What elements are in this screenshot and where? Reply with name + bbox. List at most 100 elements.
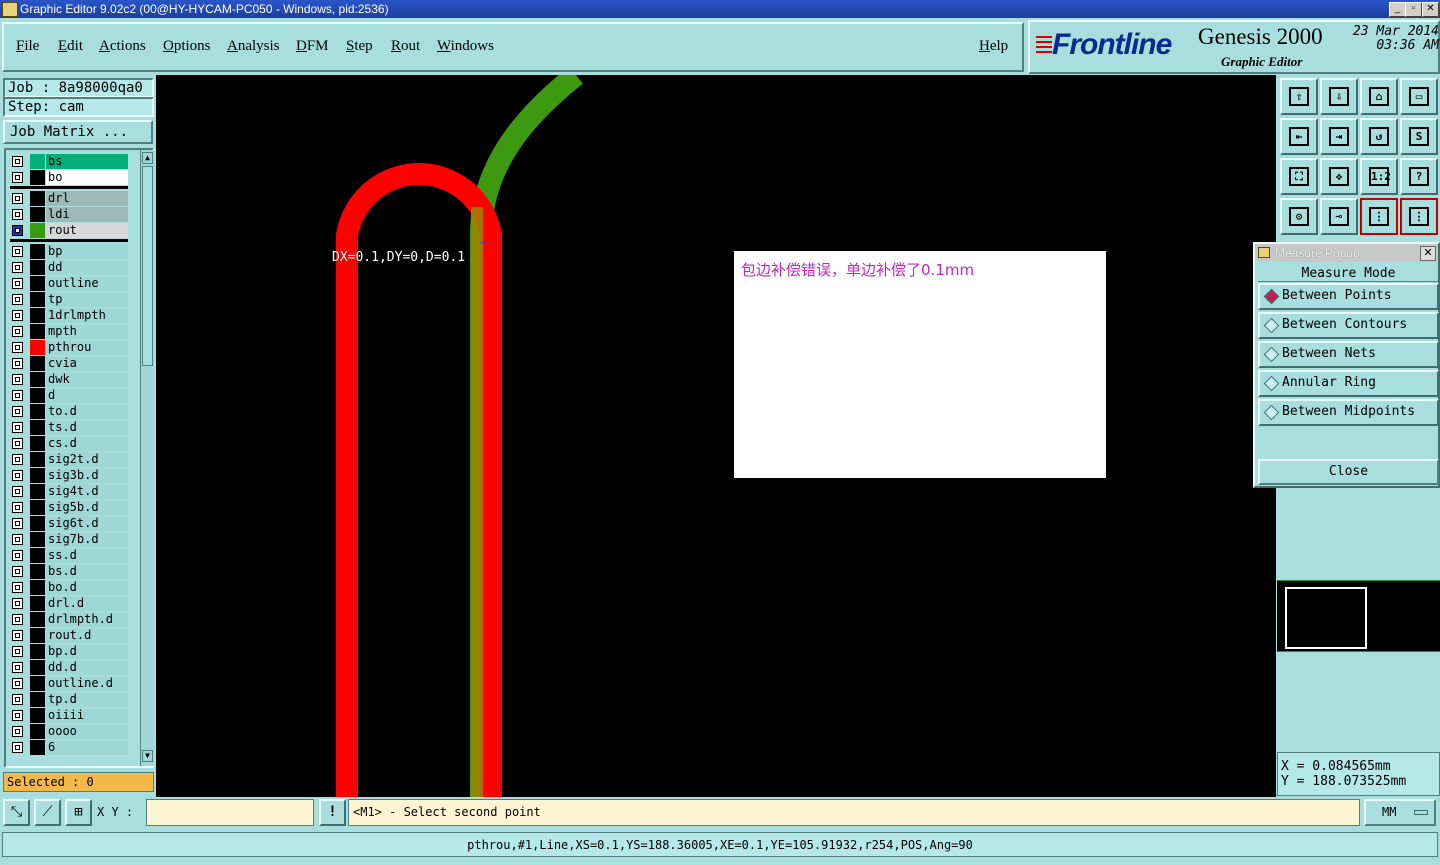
layer-row[interactable]: drlmpth.d <box>10 612 128 627</box>
layer-name[interactable]: bo <box>46 170 128 185</box>
menu-edit[interactable]: Edit <box>58 38 83 55</box>
save-button[interactable]: ⇩ <box>1320 78 1358 115</box>
layer-name[interactable]: bp <box>46 244 128 259</box>
layer-checkbox[interactable] <box>12 326 23 337</box>
layer-row[interactable]: drl.d <box>10 596 128 611</box>
undo-button[interactable]: ↺ <box>1360 118 1398 155</box>
scroll-thumb[interactable] <box>142 166 153 366</box>
layer-color-swatch[interactable] <box>30 223 45 238</box>
layer-name[interactable]: sig4t.d <box>46 484 128 499</box>
menu-analysis[interactable]: Analysis <box>227 38 280 55</box>
menu-file[interactable]: File <box>16 38 39 55</box>
settings-button[interactable]: ⚙ <box>1280 198 1318 235</box>
xy-input[interactable] <box>146 799 314 826</box>
layer-name[interactable]: sig6t.d <box>46 516 128 531</box>
menu-windows[interactable]: Windows <box>437 38 494 55</box>
layer-name[interactable]: 6 <box>46 740 128 755</box>
layer-row[interactable]: ldi <box>10 207 128 222</box>
layer-name[interactable]: bs.d <box>46 564 128 579</box>
layer-name[interactable]: oiiii <box>46 708 128 723</box>
overview-map[interactable] <box>1277 580 1440 652</box>
layer-checkbox[interactable] <box>12 193 23 204</box>
layer-row[interactable]: bo <box>10 170 128 185</box>
layer-checkbox[interactable] <box>12 262 23 273</box>
layer-name[interactable]: drl <box>46 191 128 206</box>
layer-name[interactable]: bs <box>46 154 128 169</box>
layer-row[interactable]: bs <box>10 154 128 169</box>
layer-checkbox[interactable] <box>12 550 23 561</box>
measure-tool-icon[interactable]: ⟋ <box>34 799 61 826</box>
layer-row[interactable]: dd.d <box>10 660 128 675</box>
layer-color-swatch[interactable] <box>30 436 45 451</box>
layer-checkbox[interactable] <box>12 209 23 220</box>
layer-checkbox[interactable] <box>12 566 23 577</box>
layer-name[interactable]: bo.d <box>46 580 128 595</box>
layer-row[interactable]: sig4t.d <box>10 484 128 499</box>
layer-name[interactable]: sig7b.d <box>46 532 128 547</box>
layer-checkbox[interactable] <box>12 470 23 481</box>
help-button[interactable]: ? <box>1400 158 1438 195</box>
scroll-up-icon[interactable]: ▲ <box>142 152 153 164</box>
layer-name[interactable]: ss.d <box>46 548 128 563</box>
layer-name[interactable]: tp.d <box>46 692 128 707</box>
layer-row[interactable]: drl <box>10 191 128 206</box>
measure-button[interactable]: ⊸ <box>1320 198 1358 235</box>
layer-color-swatch[interactable] <box>30 452 45 467</box>
layer-name[interactable]: dwk <box>46 372 128 387</box>
layer-checkbox[interactable] <box>12 225 23 236</box>
layer-row[interactable]: 1drlmpth <box>10 308 128 323</box>
layer-checkbox[interactable] <box>12 582 23 593</box>
menu-help[interactable]: Help <box>979 38 1008 55</box>
layer-color-swatch[interactable] <box>30 207 45 222</box>
layer-checkbox[interactable] <box>12 390 23 401</box>
layer-row[interactable]: rout.d <box>10 628 128 643</box>
layer-row[interactable]: oooo <box>10 724 128 739</box>
layer-scrollbar[interactable]: ▲ ▼ <box>140 150 154 766</box>
layer-name[interactable]: sig5b.d <box>46 500 128 515</box>
layer-checkbox[interactable] <box>12 486 23 497</box>
layer-color-swatch[interactable] <box>30 170 45 185</box>
layer-row[interactable]: pthrou <box>10 340 128 355</box>
layer-color-swatch[interactable] <box>30 532 45 547</box>
layer-color-swatch[interactable] <box>30 692 45 707</box>
scale-button[interactable]: 1:2 <box>1360 158 1398 195</box>
layer-checkbox[interactable] <box>12 342 23 353</box>
menu-options[interactable]: Options <box>163 38 211 55</box>
layer-checkbox[interactable] <box>12 646 23 657</box>
minimize-button[interactable]: _ <box>1389 2 1406 17</box>
units-select[interactable]: MM <box>1364 799 1436 826</box>
layer-checkbox[interactable] <box>12 246 23 257</box>
layer-row[interactable]: dwk <box>10 372 128 387</box>
layer-name[interactable]: drlmpth.d <box>46 612 128 627</box>
maximize-button[interactable]: ▫ <box>1405 2 1422 17</box>
next-button[interactable]: ⇥ <box>1320 118 1358 155</box>
layer-row[interactable]: bo.d <box>10 580 128 595</box>
layer-color-swatch[interactable] <box>30 292 45 307</box>
layer-color-swatch[interactable] <box>30 468 45 483</box>
layer-row[interactable]: outline <box>10 276 128 291</box>
layer-color-swatch[interactable] <box>30 596 45 611</box>
layer-name[interactable]: ts.d <box>46 420 128 435</box>
layer-name[interactable]: mpth <box>46 324 128 339</box>
popup-close-button[interactable]: Close <box>1258 459 1439 485</box>
layer-name[interactable]: to.d <box>46 404 128 419</box>
layer-row[interactable]: tp <box>10 292 128 307</box>
layer-checkbox[interactable] <box>12 502 23 513</box>
layer-row[interactable]: dd <box>10 260 128 275</box>
layer-color-swatch[interactable] <box>30 244 45 259</box>
layer-row[interactable]: sig7b.d <box>10 532 128 547</box>
layer-color-swatch[interactable] <box>30 724 45 739</box>
layer-color-swatch[interactable] <box>30 308 45 323</box>
layer-color-swatch[interactable] <box>30 484 45 499</box>
layer-checkbox[interactable] <box>12 294 23 305</box>
layer-row[interactable]: ts.d <box>10 420 128 435</box>
open-button[interactable]: ⇧ <box>1280 78 1318 115</box>
layer-checkbox[interactable] <box>12 710 23 721</box>
layer-checkbox[interactable] <box>12 422 23 433</box>
prev-button[interactable]: ⇤ <box>1280 118 1318 155</box>
layer-row[interactable]: bp <box>10 244 128 259</box>
layer-row[interactable]: cs.d <box>10 436 128 451</box>
layer-name[interactable]: cvia <box>46 356 128 371</box>
layer-name[interactable]: tp <box>46 292 128 307</box>
layer-name[interactable]: dd <box>46 260 128 275</box>
